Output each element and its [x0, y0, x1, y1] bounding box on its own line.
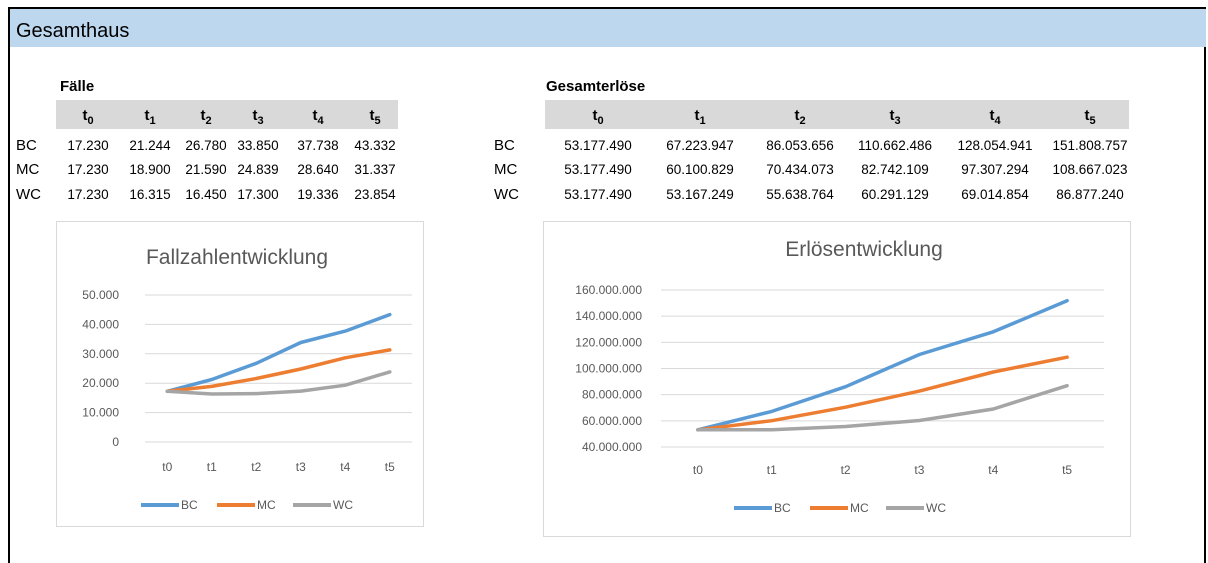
table-cell-faelle: 17.230	[67, 138, 109, 153]
chart2-svg: Erlösentwicklung 40.000.000 60.000.000 80.0…	[575, 238, 1104, 515]
table-cell-erloese: 53.167.249	[666, 187, 734, 202]
x-tick-label: t3	[296, 460, 306, 474]
row-label-faelle-mc: MC	[16, 161, 40, 178]
table-cell-erloese: 108.667.023	[1052, 162, 1128, 177]
table-cell-erloese: 86.053.656	[766, 138, 834, 153]
table-cell-erloese: 53.177.490	[564, 162, 632, 177]
table-cell-faelle: 19.336	[297, 187, 339, 202]
table-cell-faelle: 17.230	[67, 162, 109, 177]
x-tick-label: t0	[162, 460, 172, 474]
x-tick-label: t1	[767, 463, 777, 477]
x-tick-label: t2	[251, 460, 261, 474]
x-tick-label: t4	[988, 463, 998, 477]
y-tick-label: 0	[112, 435, 119, 449]
column-header-faelle-t4: t4	[312, 107, 324, 127]
title-bar	[10, 9, 1206, 47]
table-cell-faelle: 23.854	[354, 187, 396, 202]
column-header-faelle-t3: t3	[252, 107, 264, 127]
y-tick-label: 100.000.000	[575, 362, 642, 376]
y-tick-label: 40.000.000	[582, 440, 642, 454]
x-tick-label: t2	[841, 463, 851, 477]
table-cell-erloese: 55.638.764	[766, 187, 834, 202]
table-cell-faelle: 17.300	[237, 187, 279, 202]
column-header-faelle-t0: t0	[82, 107, 94, 127]
table-cell-faelle: 18.900	[129, 162, 171, 177]
table-cell-faelle: 28.640	[297, 162, 339, 177]
column-header-faelle-t5: t5	[369, 107, 381, 127]
table-cell-erloese: 53.177.490	[564, 187, 632, 202]
column-header-erloese-t4: t4	[989, 107, 1001, 127]
legend-label-bc: BC	[181, 498, 198, 512]
series-line-bc	[696, 298, 1069, 432]
x-tick-label: t4	[340, 460, 350, 474]
chart1-svg: Fallzahlentwicklung 0 10.000 20.000 30.000 40…	[82, 246, 412, 512]
table-cell-erloese: 60.291.129	[861, 187, 929, 202]
legend-label-bc: BC	[774, 501, 791, 515]
table-cell-faelle: 26.780	[185, 138, 227, 153]
row-label-erloese-bc: BC	[494, 137, 515, 154]
table-cell-erloese: 82.742.109	[861, 162, 929, 177]
x-tick-label: t5	[1062, 463, 1072, 477]
table-cell-erloese: 110.662.486	[857, 138, 933, 153]
y-tick-label: 10.000	[82, 406, 119, 420]
table-cell-erloese: 53.177.490	[564, 138, 632, 153]
table-cell-erloese: 67.223.947	[666, 138, 734, 153]
legend-label-mc: MC	[257, 498, 276, 512]
x-tick-label: t1	[207, 460, 217, 474]
y-tick-label: 120.000.000	[575, 335, 642, 349]
chart-fallzahlentwicklung: Fallzahlentwicklung 0 10.000 20.000 30.000 40…	[56, 221, 424, 527]
series-line-bc	[165, 312, 392, 394]
column-header-erloese-t1: t1	[694, 107, 706, 127]
column-header-erloese-t2: t2	[794, 107, 806, 127]
row-label-erloese-mc: MC	[494, 161, 518, 178]
table-cell-erloese: 70.434.073	[766, 162, 834, 177]
table-cell-erloese: 97.307.294	[961, 162, 1029, 177]
x-tick-label: t0	[693, 463, 703, 477]
x-tick-label: t3	[914, 463, 924, 477]
table-cell-faelle: 33.850	[237, 138, 279, 153]
table-cell-faelle: 21.244	[129, 138, 171, 153]
y-tick-label: 50.000	[82, 288, 119, 302]
table-title-gesamterloese: Gesamterlöse	[546, 78, 646, 95]
y-tick-label: 30.000	[82, 347, 119, 361]
table-cell-faelle: 16.450	[185, 187, 227, 202]
table-cell-faelle: 17.230	[67, 187, 109, 202]
row-label-erloese-wc: WC	[494, 186, 519, 203]
y-tick-label: 80.000.000	[582, 388, 642, 402]
legend-label-mc: MC	[850, 501, 869, 515]
table-title-faelle: Fälle	[60, 78, 95, 95]
chart-title: Fallzahlentwicklung	[146, 246, 328, 269]
table-cell-erloese: 86.877.240	[1056, 187, 1124, 202]
row-label-faelle-bc: BC	[16, 137, 37, 154]
y-tick-label: 160.000.000	[575, 283, 642, 297]
table-cell-faelle: 43.332	[354, 138, 396, 153]
series-line-mc	[165, 348, 392, 394]
column-header-erloese-t0: t0	[592, 107, 604, 127]
x-tick-label: t5	[385, 460, 395, 474]
table-cell-erloese: 60.100.829	[666, 162, 734, 177]
column-header-erloese-t3: t3	[889, 107, 901, 127]
table-cell-faelle: 21.590	[185, 162, 227, 177]
chart-erloesentwicklung: Erlösentwicklung 40.000.000 60.000.000 80.0…	[543, 221, 1131, 537]
chart-title: Erlösentwicklung	[785, 238, 943, 261]
table-cell-erloese: 151.808.757	[1052, 138, 1128, 153]
table-cell-faelle: 37.738	[297, 138, 339, 153]
table-cell-faelle: 16.315	[129, 187, 171, 202]
table-cell-erloese: 69.014.854	[961, 187, 1029, 202]
table-cell-faelle: 24.839	[237, 162, 279, 177]
page-title: Gesamthaus	[16, 20, 130, 42]
column-header-faelle-t2: t2	[200, 107, 212, 127]
table-cell-erloese: 128.054.941	[957, 138, 1033, 153]
legend-label-wc: WC	[333, 498, 353, 512]
row-label-faelle-wc: WC	[16, 186, 41, 203]
y-tick-label: 20.000	[82, 376, 119, 390]
legend-label-wc: WC	[926, 501, 946, 515]
y-tick-label: 40.000	[82, 317, 119, 331]
column-header-erloese-t5: t5	[1084, 107, 1096, 127]
y-tick-label: 140.000.000	[575, 309, 642, 323]
table-cell-faelle: 31.337	[354, 162, 396, 177]
y-tick-label: 60.000.000	[582, 414, 642, 428]
column-header-faelle-t1: t1	[144, 107, 156, 127]
